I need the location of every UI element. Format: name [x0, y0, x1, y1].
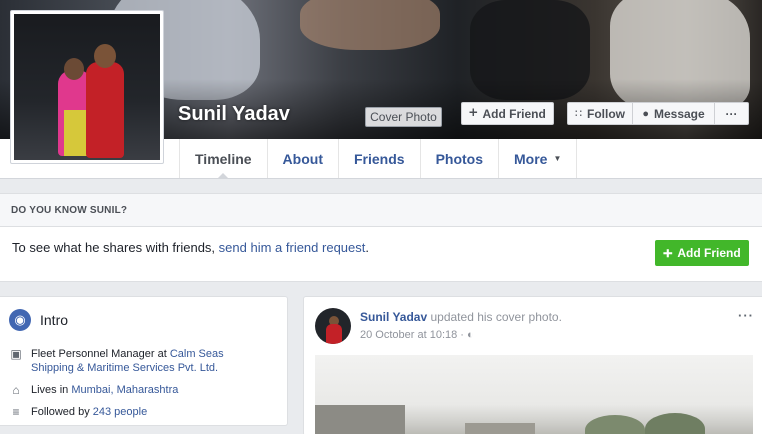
messenger-icon: ●	[642, 107, 649, 120]
briefcase-icon: ▣	[10, 347, 22, 361]
tab-more[interactable]: More ▼	[498, 139, 578, 178]
add-friend-icon: ➕︎	[663, 245, 673, 260]
intro-lives: ⌂ Lives in Mumbai, Maharashtra	[9, 383, 178, 397]
intro-work: ▣ Fleet Personnel Manager at Calm Seas S…	[9, 347, 246, 375]
tab-more-label: More	[514, 150, 548, 167]
message-label: Message	[653, 106, 705, 121]
cover-photo-label: Cover Photo	[365, 107, 442, 127]
profile-tabs: Timeline About Friends Photos More ▼	[179, 139, 578, 179]
profile-name[interactable]: Sunil Yadav	[178, 103, 290, 126]
tab-friends[interactable]: Friends	[337, 139, 420, 178]
do-you-know-card: DO YOU KNOW SUNIL? To see what he shares…	[0, 193, 762, 282]
followers-icon: ≡	[12, 405, 20, 419]
follow-button[interactable]: ∷ Follow	[567, 102, 633, 125]
more-dots: ···	[725, 106, 738, 121]
post-meta: 20 October at 10:18 · ◐	[360, 329, 474, 341]
do-you-know-prefix: To see what he shares with friends,	[12, 240, 219, 255]
add-friend-label: Add Friend	[482, 106, 546, 121]
intro-title: Intro	[40, 312, 69, 328]
post-timestamp[interactable]: 20 October at 10:18	[360, 329, 457, 341]
follow-label: Follow	[587, 106, 625, 121]
post-action: updated his cover photo.	[427, 310, 562, 324]
do-you-know-suffix: .	[365, 240, 369, 255]
image-region	[645, 413, 705, 434]
cover-image-region	[300, 0, 440, 50]
intro-header: ◉ Intro	[9, 309, 68, 331]
globe-icon: ◉	[9, 309, 31, 331]
more-options-button[interactable]: ···	[715, 102, 749, 125]
rss-icon: ∷	[575, 108, 582, 120]
do-you-know-heading: DO YOU KNOW SUNIL?	[0, 194, 762, 227]
post-title: Sunil Yadav updated his cover photo.	[360, 310, 562, 324]
photo-figure	[94, 44, 116, 68]
avatar-figure	[326, 324, 342, 344]
timeline-post: Sunil Yadav updated his cover photo. 20 …	[303, 296, 762, 434]
intro-lives-prefix: Lives in	[31, 384, 72, 396]
chevron-down-icon: ▼	[553, 154, 562, 163]
send-friend-request-link[interactable]: send him a friend request	[219, 240, 366, 255]
globe-icon[interactable]: ◐	[467, 329, 474, 341]
intro-work-text: Fleet Personnel Manager at Calm Seas Shi…	[31, 347, 246, 375]
post-author-avatar[interactable]	[315, 308, 351, 344]
post-author-link[interactable]: Sunil Yadav	[360, 310, 427, 324]
profile-page: Sunil Yadav Cover Photo ➕︎ Add Friend ∷ …	[0, 0, 762, 434]
home-icon: ⌂	[12, 383, 20, 397]
message-button[interactable]: ● Message	[633, 102, 715, 125]
post-meta-separator: ·	[457, 329, 468, 341]
add-friend-primary-button[interactable]: ➕︎ Add Friend	[655, 240, 749, 266]
intro-followers-prefix: Followed by	[31, 406, 93, 418]
photo-figure	[86, 62, 124, 158]
intro-work-prefix: Fleet Personnel Manager at	[31, 348, 170, 360]
tab-timeline[interactable]: Timeline	[179, 139, 267, 179]
intro-followers-text: Followed by 243 people	[31, 405, 147, 419]
add-friend-primary-label: Add Friend	[677, 246, 741, 260]
add-friend-button[interactable]: ➕︎ Add Friend	[461, 102, 554, 125]
image-region	[315, 405, 405, 434]
image-region	[585, 415, 645, 434]
profile-picture[interactable]	[10, 10, 164, 164]
add-friend-icon: ➕︎	[469, 107, 478, 119]
post-options-button[interactable]: ···	[738, 308, 754, 323]
photo-figure	[64, 58, 84, 80]
intro-followers: ≡ Followed by 243 people	[9, 405, 147, 419]
tab-photos[interactable]: Photos	[419, 139, 498, 178]
followers-link[interactable]: 243 people	[93, 406, 147, 418]
location-link[interactable]: Mumbai, Maharashtra	[71, 384, 178, 396]
intro-card: ◉ Intro ▣ Fleet Personnel Manager at Cal…	[0, 296, 288, 426]
do-you-know-text: To see what he shares with friends, send…	[12, 240, 369, 255]
tab-about[interactable]: About	[266, 139, 338, 178]
profile-photo	[14, 14, 160, 160]
post-cover-image[interactable]	[315, 355, 753, 434]
intro-lives-text: Lives in Mumbai, Maharashtra	[31, 383, 178, 397]
image-region	[465, 423, 535, 434]
